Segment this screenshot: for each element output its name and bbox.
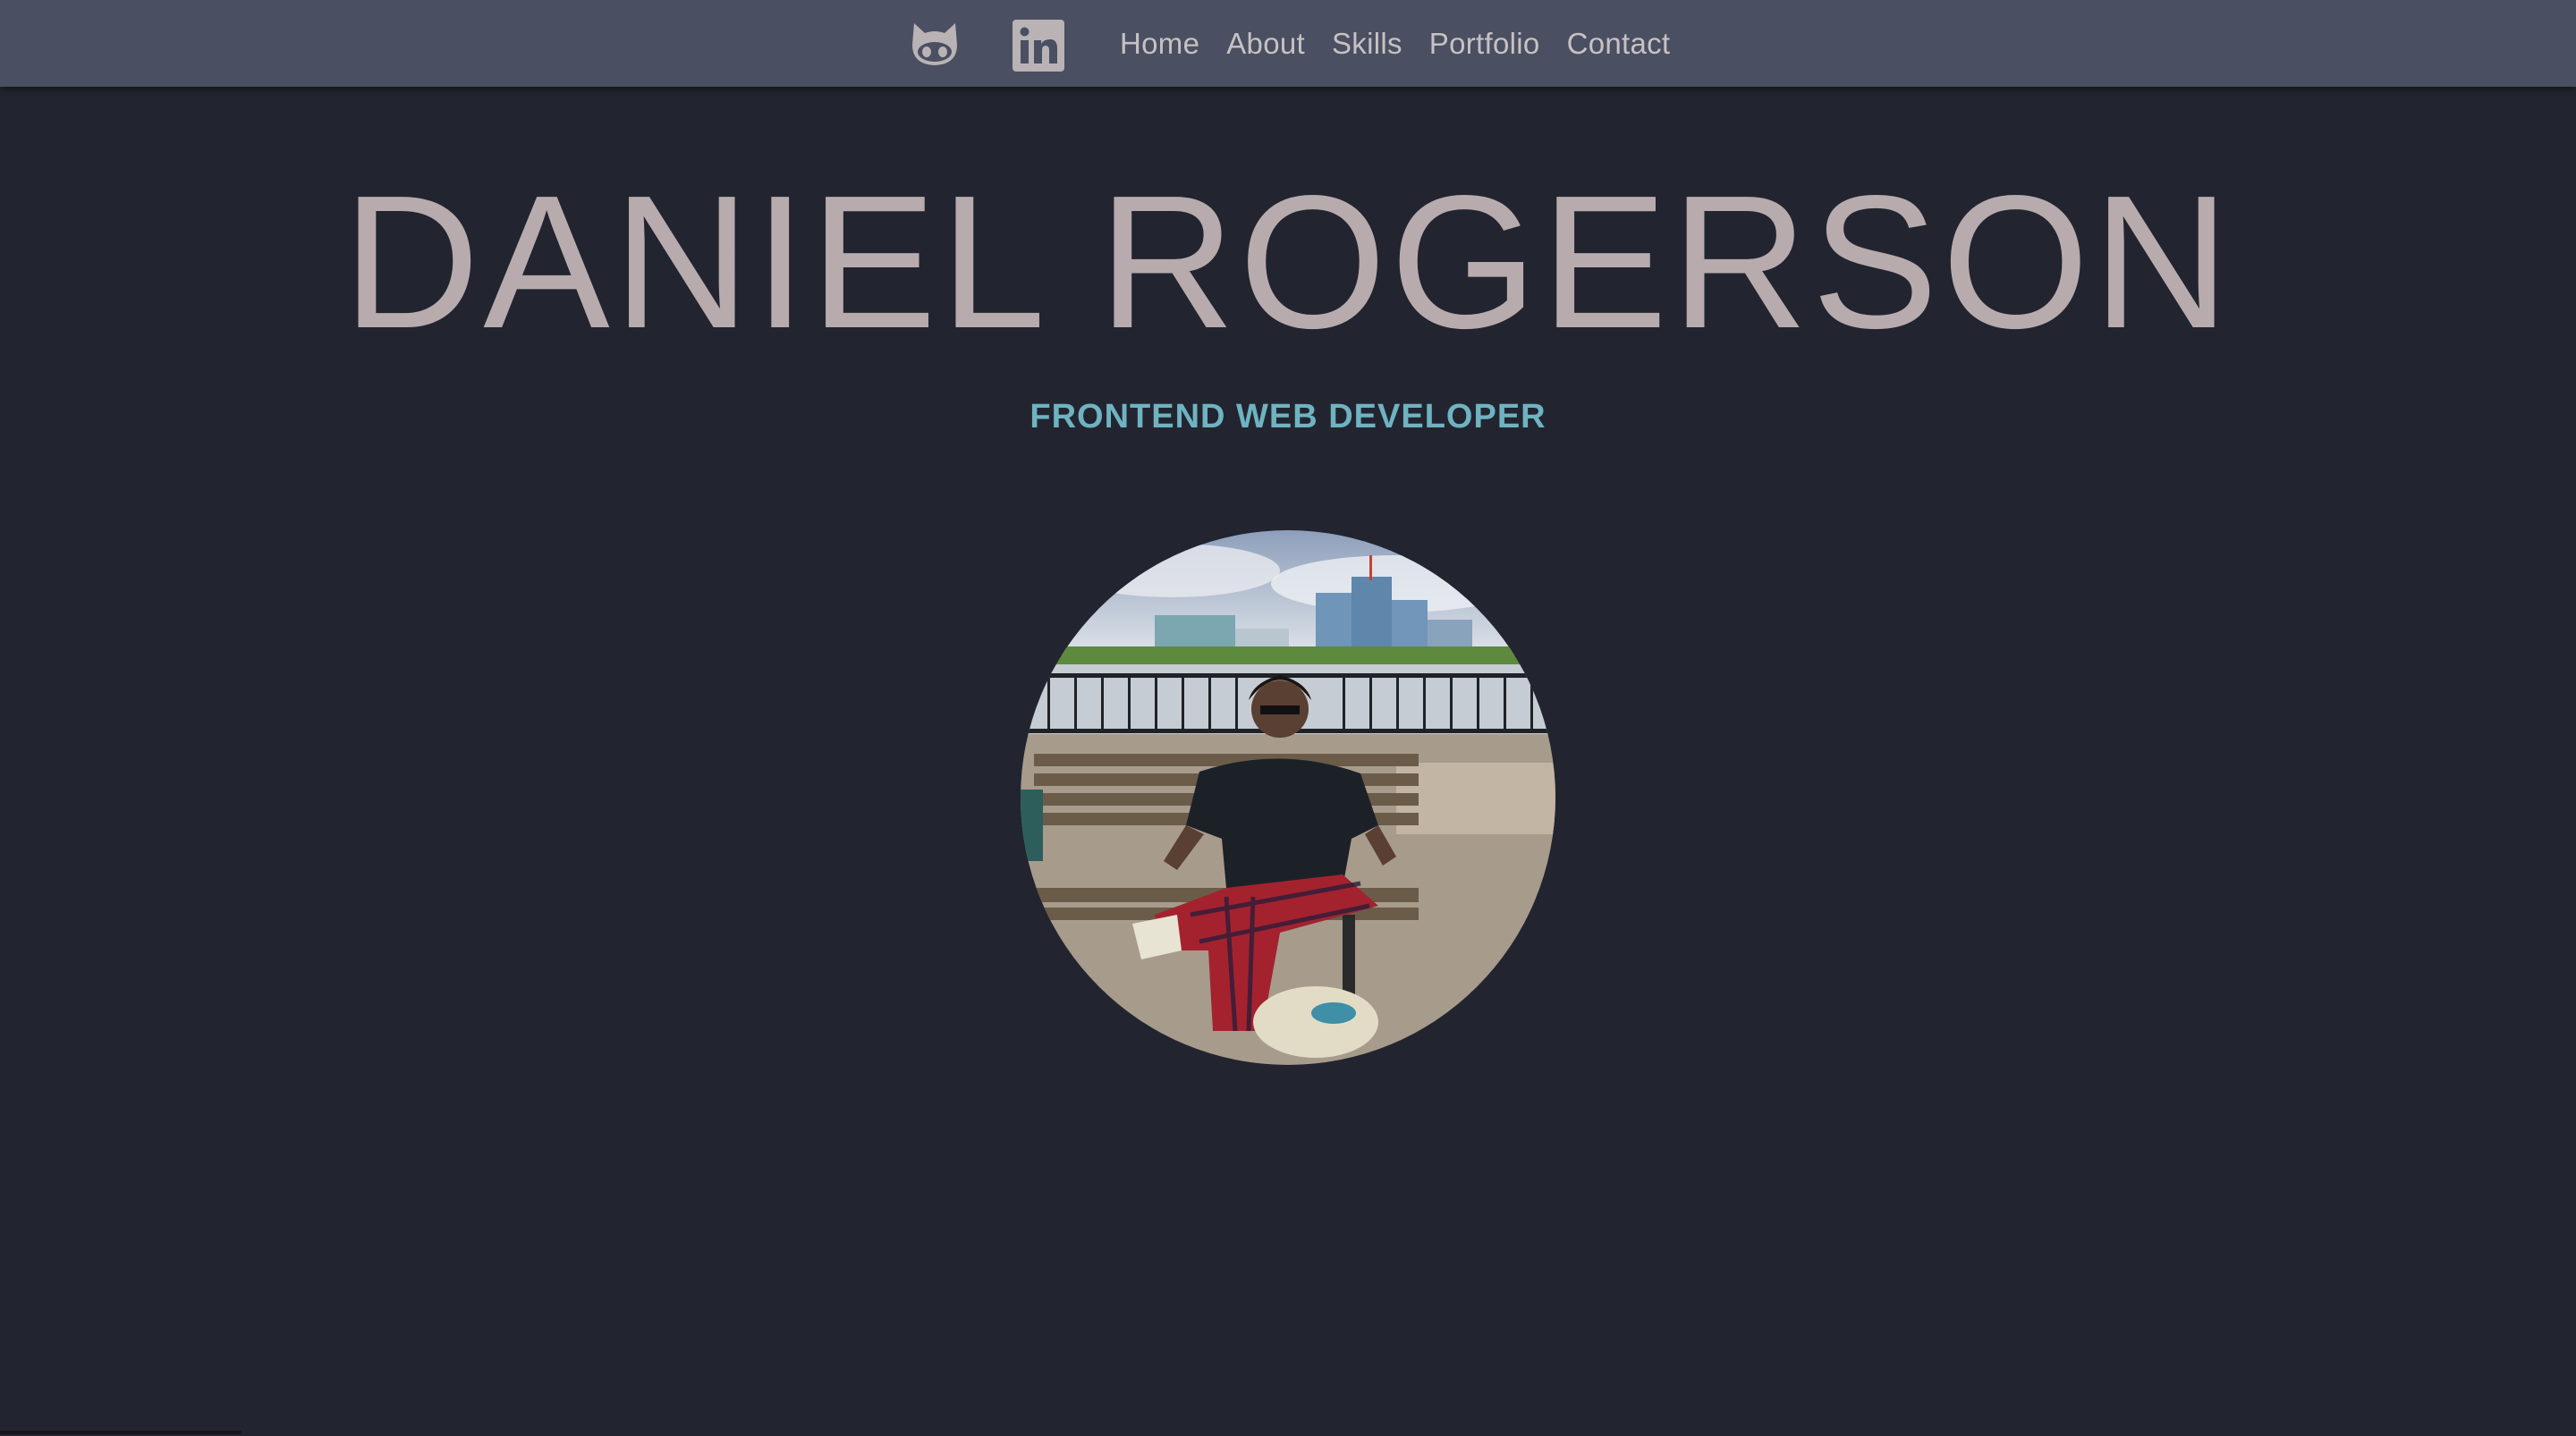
- profile-photo: [1021, 530, 1555, 1065]
- nav-skills-link[interactable]: Skills: [1332, 27, 1402, 61]
- github-icon[interactable]: [907, 18, 962, 73]
- linkedin-glyph: [1013, 20, 1064, 72]
- scroll-indicator: [0, 1431, 242, 1434]
- nav-home-link[interactable]: Home: [1120, 27, 1199, 61]
- linkedin-icon[interactable]: [1011, 18, 1066, 73]
- nav-about-link[interactable]: About: [1226, 27, 1305, 61]
- hero-subtitle: FRONTEND WEB DEVELOPER: [1030, 398, 1546, 435]
- top-navbar: Home About Skills Portfolio Contact: [0, 0, 2576, 87]
- nav-links: Home About Skills Portfolio Contact: [1120, 0, 1670, 87]
- hero-name: DANIEL ROGERSON: [343, 156, 2233, 367]
- github-octocat-glyph: [912, 23, 957, 65]
- profile-photo-illustration: [1021, 530, 1555, 1065]
- nav-portfolio-link[interactable]: Portfolio: [1429, 27, 1540, 61]
- nav-contact-link[interactable]: Contact: [1567, 27, 1671, 61]
